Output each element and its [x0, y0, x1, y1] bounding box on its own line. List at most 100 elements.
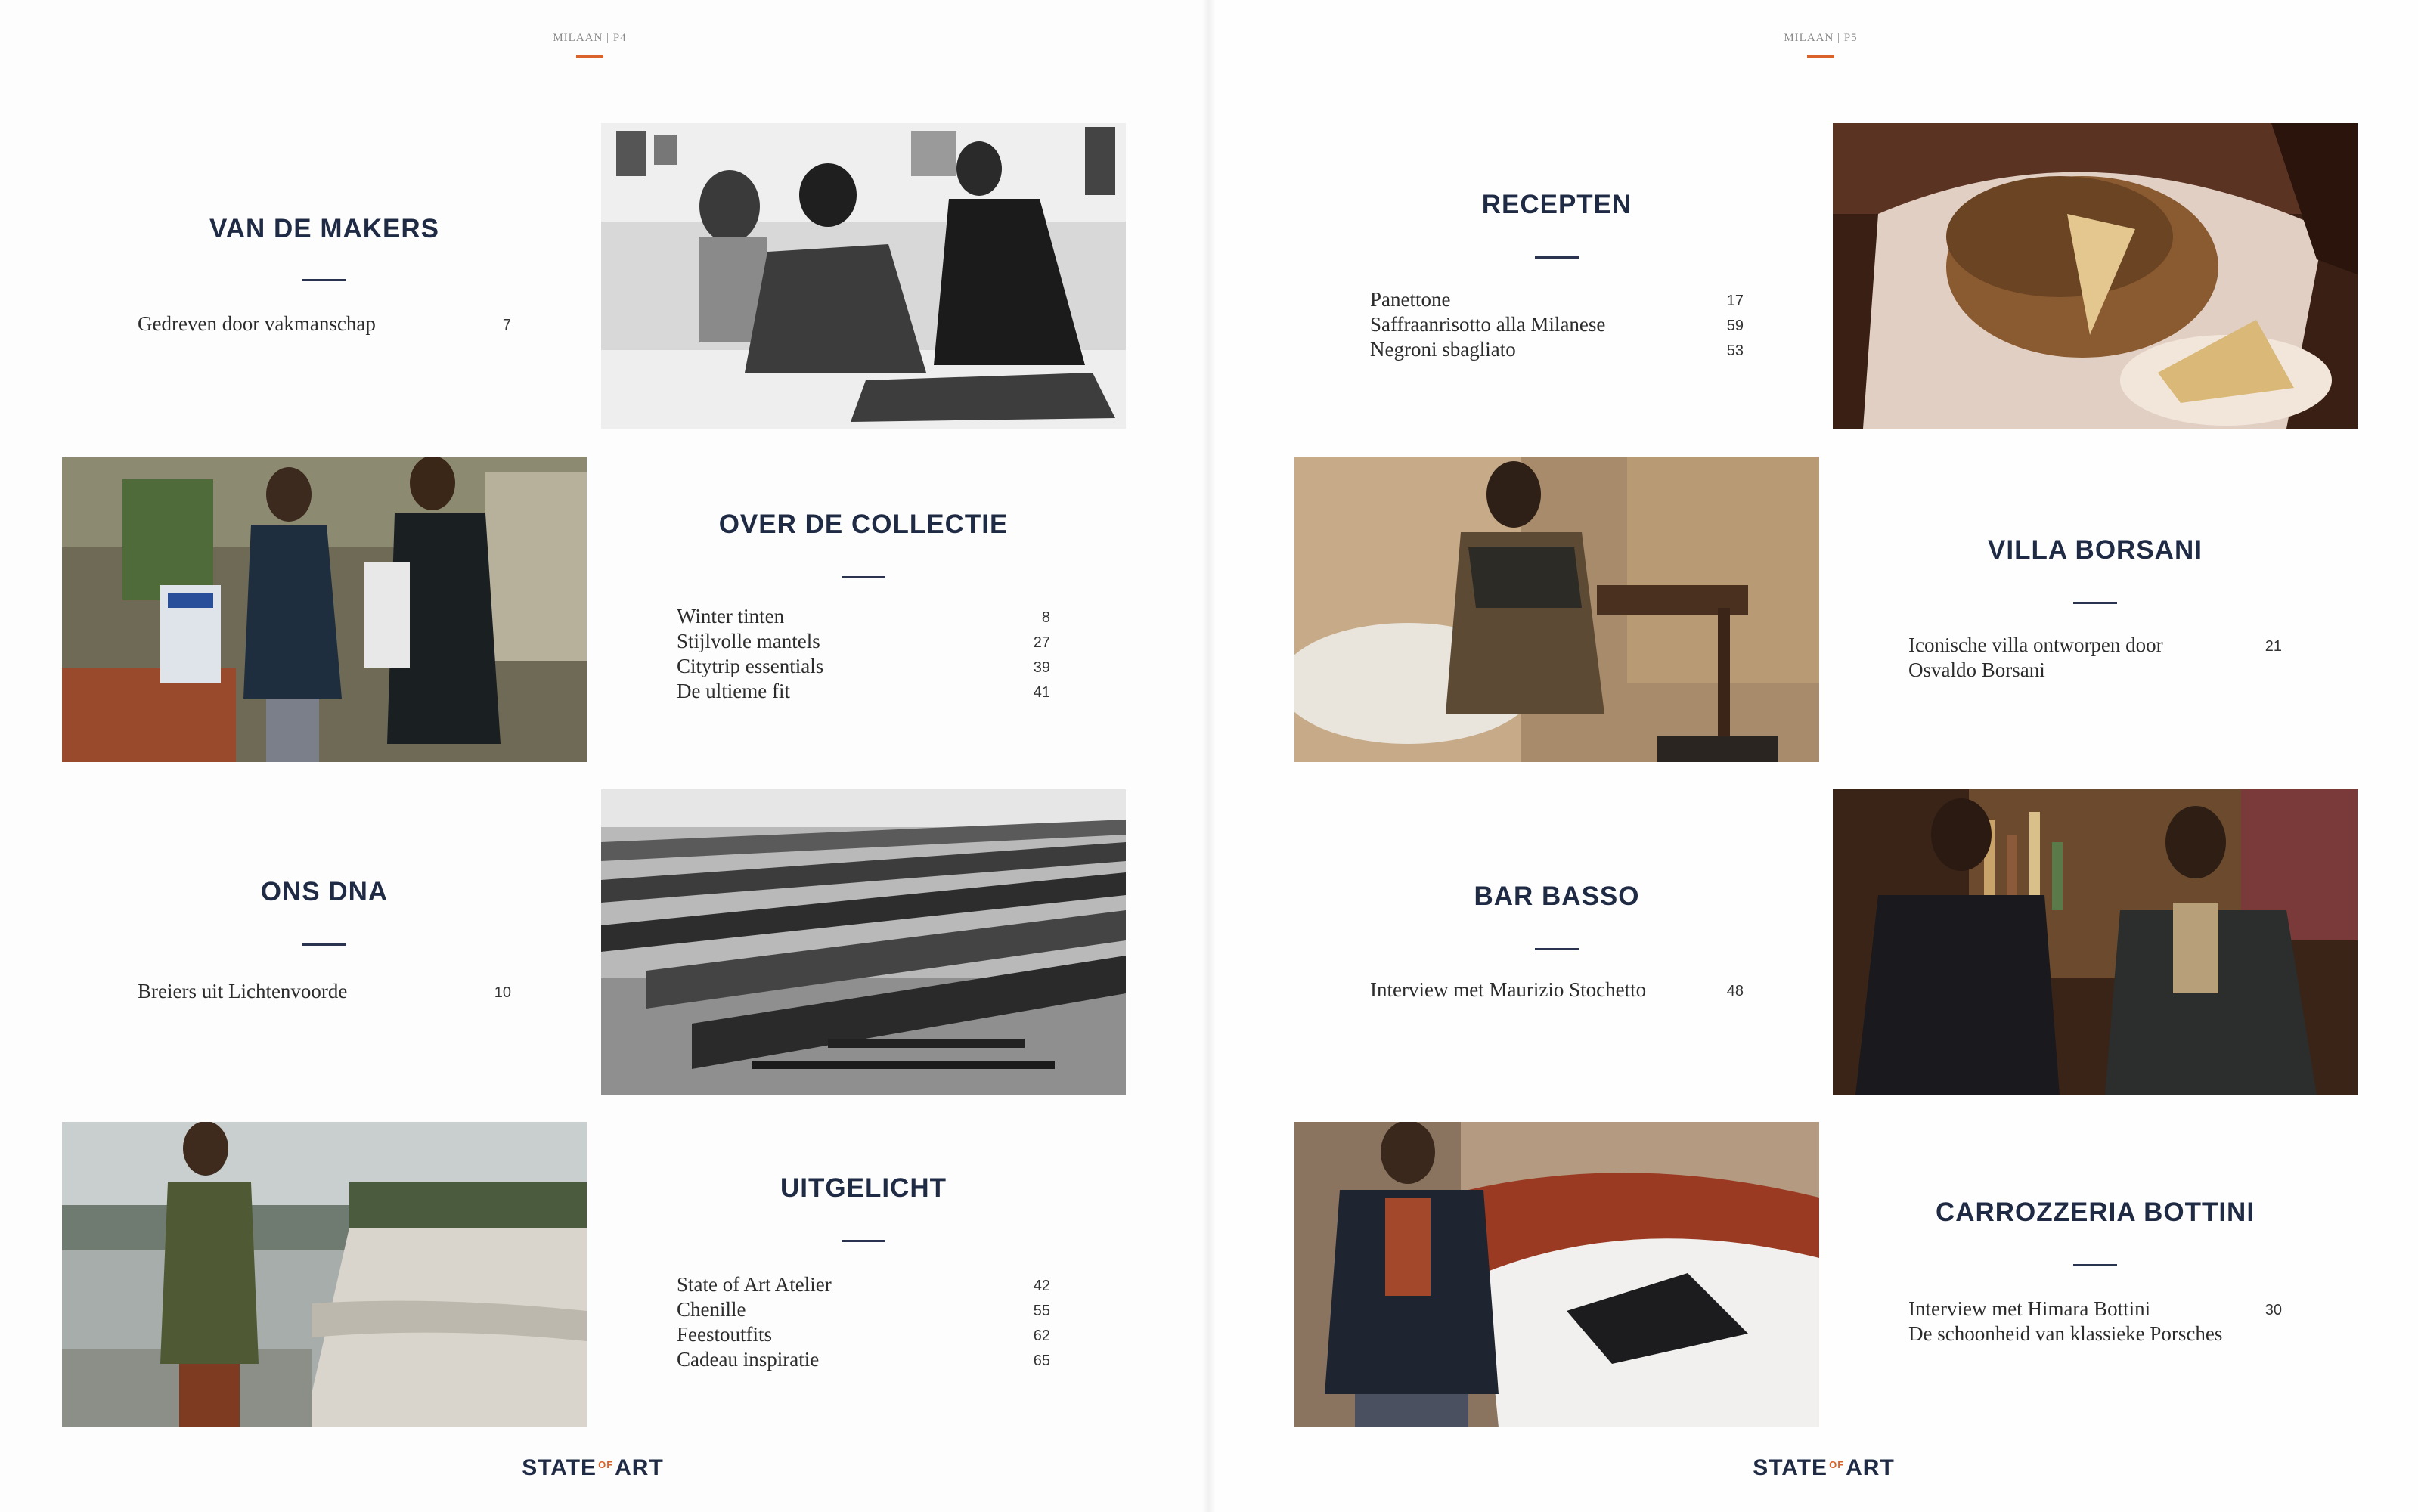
- toc-entry-label: Iconische villa ontworpen door: [1908, 634, 2163, 656]
- toc-section-recepten: RECEPTEN Panettone 17 Saffraanrisotto al…: [1294, 123, 1819, 429]
- toc-entry[interactable]: Negroni sbagliato 53: [1370, 338, 1744, 363]
- toc-entry-page: 39: [1033, 659, 1050, 676]
- section-title: RECEPTEN: [1481, 190, 1632, 219]
- folio-accent-bar: [576, 55, 603, 58]
- toc-entry[interactable]: Breiers uit Lichtenvoorde 10: [138, 980, 511, 1005]
- toc-entry[interactable]: Winter tinten 8: [677, 605, 1050, 630]
- page-folio: MILAAN | P4: [553, 32, 627, 44]
- photo-carrozzeria-bottini: [1294, 1122, 1819, 1427]
- section-title: UITGELICHT: [780, 1173, 947, 1203]
- page-right: MILAAN | P5 RECEPTEN Panettone 17 Saffra…: [1209, 0, 2418, 1512]
- toc-entry-label: Interview met Maurizio Stochetto: [1370, 978, 1647, 1001]
- toc-section-uitgelicht: UITGELICHT State of Art Atelier 42 Cheni…: [601, 1122, 1126, 1427]
- section-title: ONS DNA: [260, 877, 389, 906]
- section-title: VAN DE MAKERS: [209, 214, 440, 243]
- toc-entry-label: De ultieme fit: [677, 680, 790, 702]
- photo-collectie-street: [62, 457, 587, 762]
- toc-entry[interactable]: Iconische villa ontworpen door 21: [1908, 634, 2282, 658]
- toc-section-villa-borsani: VILLA BORSANI Iconische villa ontworpen …: [1833, 457, 2358, 762]
- toc-entry[interactable]: Gedreven door vakmanschap 7: [138, 312, 511, 337]
- toc-entry-page: 7: [502, 317, 511, 333]
- toc-entry[interactable]: Chenille 55: [677, 1298, 1050, 1323]
- section-divider: [2073, 602, 2117, 604]
- toc-section-van-de-makers: VAN DE MAKERS Gedreven door vakmanschap …: [62, 123, 587, 429]
- toc-entry-page: 27: [1033, 634, 1050, 651]
- page-left: MILAAN | P4 VAN DE MAKERS Gedreven door …: [0, 0, 1209, 1512]
- photo-knitting-factory: [601, 789, 1126, 1095]
- toc-entry-page: 55: [1033, 1303, 1050, 1319]
- toc-entry[interactable]: Panettone 17: [1370, 288, 1744, 313]
- toc-entry-page: 48: [1726, 983, 1744, 999]
- page-folio: MILAAN | P5: [1784, 32, 1858, 44]
- toc-entry[interactable]: Saffraanrisotto alla Milanese 59: [1370, 313, 1744, 338]
- toc-entry-label: Saffraanrisotto alla Milanese: [1370, 313, 1606, 336]
- toc-entry[interactable]: De ultieme fit 41: [677, 680, 1050, 705]
- toc-entry: Osvaldo Borsani: [1908, 658, 2282, 683]
- brand-logo-state: STATE: [1753, 1455, 1828, 1480]
- toc-entry-label: State of Art Atelier: [677, 1273, 832, 1296]
- toc-entry-label: Osvaldo Borsani: [1908, 658, 2045, 681]
- folio-accent-bar: [1807, 55, 1834, 58]
- toc-entry-page: 21: [2265, 638, 2282, 655]
- section-title: BAR BASSO: [1474, 881, 1640, 911]
- toc-entry[interactable]: Stijlvolle mantels 27: [677, 630, 1050, 655]
- toc-entry[interactable]: State of Art Atelier 42: [677, 1273, 1050, 1298]
- toc-section-over-de-collectie: OVER DE COLLECTIE Winter tinten 8 Stijlv…: [601, 457, 1126, 762]
- toc-list: Panettone 17 Saffraanrisotto alla Milane…: [1370, 288, 1744, 363]
- section-divider: [1535, 256, 1579, 259]
- toc-entry-label: Cadeau inspiratie: [677, 1348, 820, 1371]
- brand-logo-art: ART: [615, 1455, 664, 1480]
- toc-entry[interactable]: Interview met Himara Bottini 30: [1908, 1297, 2282, 1322]
- photo-bar-basso: [1833, 789, 2358, 1095]
- toc-entry-page: 8: [1041, 609, 1050, 626]
- toc-entry[interactable]: Citytrip essentials 39: [677, 655, 1050, 680]
- section-divider: [2073, 1264, 2117, 1266]
- brand-logo: STATE OFART: [510, 1455, 676, 1481]
- toc-list: Iconische villa ontworpen door 21 Osvald…: [1908, 634, 2282, 683]
- toc-entry-page: 65: [1033, 1352, 1050, 1369]
- toc-entry-page: 10: [494, 984, 511, 1001]
- toc-entry-label: Breiers uit Lichtenvoorde: [138, 980, 348, 1002]
- photo-villa-borsani: [1294, 457, 1819, 762]
- toc-entry-page: 53: [1726, 342, 1744, 359]
- magazine-spread: MILAAN | P4 VAN DE MAKERS Gedreven door …: [0, 0, 2418, 1512]
- section-divider: [842, 576, 885, 578]
- toc-entry-label: Panettone: [1370, 288, 1451, 311]
- toc-entry[interactable]: Cadeau inspiratie 65: [677, 1348, 1050, 1373]
- toc-section-carrozzeria-bottini: CARROZZERIA BOTTINI Interview met Himara…: [1833, 1122, 2358, 1427]
- toc-entry-label: Winter tinten: [677, 605, 785, 627]
- section-divider: [302, 279, 346, 281]
- brand-logo-art: ART: [1846, 1455, 1895, 1480]
- toc-entry-label: Feestoutfits: [677, 1323, 772, 1346]
- toc-list: Gedreven door vakmanschap 7: [138, 312, 511, 337]
- toc-entry-page: 42: [1033, 1278, 1050, 1294]
- toc-list: Interview met Himara Bottini 30 De schoo…: [1908, 1297, 2282, 1347]
- spread-gutter: [1202, 0, 1216, 1512]
- toc-entry-label: De schoonheid van klassieke Porsches: [1908, 1322, 2223, 1345]
- toc-list: State of Art Atelier 42 Chenille 55 Fees…: [677, 1273, 1050, 1373]
- toc-entry-label: Stijlvolle mantels: [677, 630, 820, 652]
- toc-entry[interactable]: Feestoutfits 62: [677, 1323, 1050, 1348]
- toc-entry: De schoonheid van klassieke Porsches: [1908, 1322, 2282, 1347]
- toc-section-ons-dna: ONS DNA Breiers uit Lichtenvoorde 10: [62, 789, 587, 1095]
- brand-logo-of: OF: [598, 1459, 614, 1470]
- section-title: VILLA BORSANI: [1988, 535, 2203, 565]
- brand-logo-state: STATE: [522, 1455, 597, 1480]
- section-divider: [302, 943, 346, 946]
- photo-panettone: [1833, 123, 2358, 429]
- brand-logo-of: OF: [1829, 1459, 1845, 1470]
- toc-entry[interactable]: Interview met Maurizio Stochetto 48: [1370, 978, 1744, 1003]
- toc-list: Interview met Maurizio Stochetto 48: [1370, 978, 1744, 1003]
- photo-uitgelicht-rooftop: [62, 1122, 587, 1427]
- section-divider: [842, 1240, 885, 1242]
- toc-list: Breiers uit Lichtenvoorde 10: [138, 980, 511, 1005]
- toc-entry-page: 41: [1033, 684, 1050, 701]
- toc-section-bar-basso: BAR BASSO Interview met Maurizio Stochet…: [1294, 789, 1819, 1095]
- toc-entry-label: Chenille: [677, 1298, 746, 1321]
- toc-entry-label: Negroni sbagliato: [1370, 338, 1516, 361]
- toc-entry-page: 30: [2265, 1302, 2282, 1318]
- section-title: CARROZZERIA BOTTINI: [1935, 1198, 2255, 1227]
- section-divider: [1535, 948, 1579, 950]
- photo-makers-workshop: [601, 123, 1126, 429]
- toc-entry-page: 62: [1033, 1328, 1050, 1344]
